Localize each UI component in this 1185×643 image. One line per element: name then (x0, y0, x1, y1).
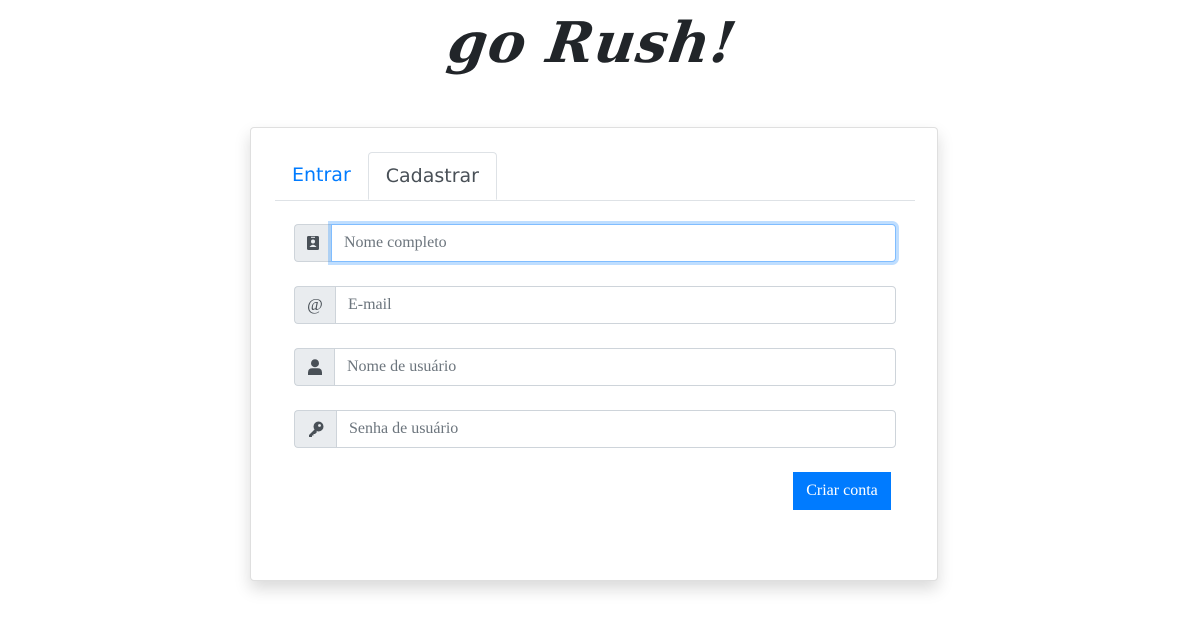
address-card-icon (294, 224, 331, 262)
full-name-group (294, 224, 896, 262)
password-group (294, 410, 896, 448)
username-group (294, 348, 896, 386)
auth-card: Entrar Cadastrar @ (250, 127, 938, 581)
user-icon (294, 348, 334, 386)
create-account-button[interactable]: Criar conta (793, 472, 891, 510)
email-group: @ (294, 286, 896, 324)
tab-entrar[interactable]: Entrar (275, 152, 368, 199)
at-sign-icon: @ (294, 286, 335, 324)
username-input[interactable] (334, 348, 896, 386)
email-input[interactable] (335, 286, 896, 324)
tab-bar: Entrar Cadastrar (275, 152, 915, 201)
password-input[interactable] (336, 410, 896, 448)
full-name-input[interactable] (331, 224, 896, 262)
logo: go Rush! (443, 10, 742, 76)
key-icon (294, 410, 336, 448)
tab-cadastrar[interactable]: Cadastrar (367, 152, 497, 200)
